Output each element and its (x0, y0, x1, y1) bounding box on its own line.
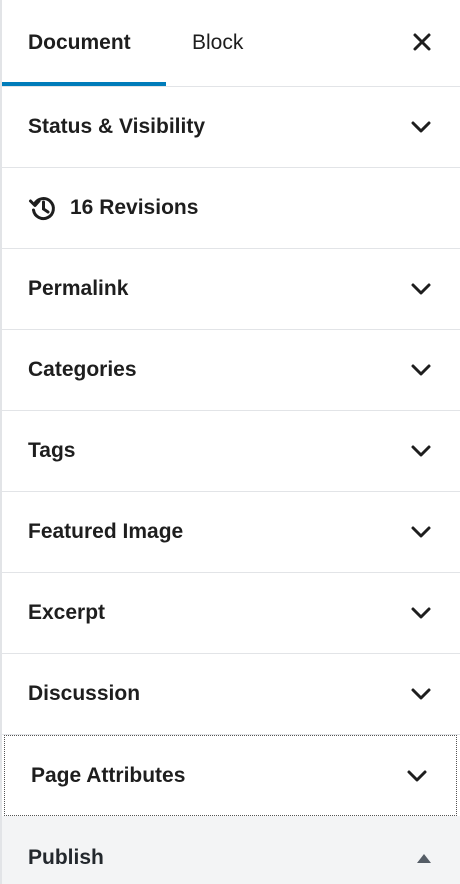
panel-title: Page Attributes (31, 763, 186, 787)
panel-title: Status & Visibility (28, 115, 205, 138)
chevron-down-icon (407, 770, 427, 781)
panel-status-visibility[interactable]: Status & Visibility (2, 87, 460, 168)
chevron-down-icon (411, 607, 431, 619)
panel-categories[interactable]: Categories (2, 330, 460, 411)
settings-sidebar: Document Block Status & Visibility 16 Re… (0, 0, 460, 884)
panel-featured-image[interactable]: Featured Image (2, 492, 460, 573)
chevron-down-icon (411, 688, 431, 700)
chevron-down-icon (411, 445, 431, 457)
chevron-down-icon (411, 121, 431, 133)
panel-discussion[interactable]: Discussion (2, 654, 460, 735)
chevron-down-icon (411, 364, 431, 376)
panel-publish[interactable]: Publish (2, 816, 460, 884)
close-icon[interactable] (410, 30, 434, 54)
panel-tags[interactable]: Tags (2, 411, 460, 492)
panel-permalink[interactable]: Permalink (2, 249, 460, 330)
panel-page-attributes[interactable]: Page Attributes (4, 735, 457, 816)
panel-title: Permalink (28, 277, 129, 300)
revisions-link[interactable]: 16 Revisions (2, 168, 460, 249)
triangle-up-icon (417, 854, 431, 863)
history-icon (29, 197, 55, 220)
panel-title: Categories (28, 358, 137, 381)
sidebar-tabs: Document Block (2, 0, 460, 87)
panel-title: Featured Image (28, 520, 184, 543)
revisions-label: 16 Revisions (70, 196, 199, 219)
panel-title: Tags (28, 439, 76, 462)
tab-block[interactable]: Block (166, 0, 269, 86)
panel-excerpt[interactable]: Excerpt (2, 573, 460, 654)
panel-title: Discussion (28, 682, 141, 705)
panel-title: Excerpt (28, 601, 106, 624)
chevron-down-icon (411, 283, 431, 295)
tab-document[interactable]: Document (2, 0, 166, 86)
chevron-down-icon (411, 526, 431, 538)
panel-title: Publish (28, 846, 104, 869)
